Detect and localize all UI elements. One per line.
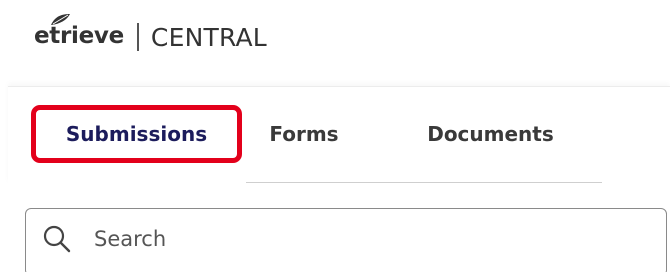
leaf-icon <box>51 14 70 25</box>
logo[interactable]: etrieve CENTRAL <box>34 14 267 52</box>
app-header: etrieve CENTRAL <box>34 14 267 58</box>
logo-word-text: etrieve <box>34 23 124 49</box>
logo-divider <box>136 23 139 51</box>
logo-wordmark: etrieve <box>34 14 124 49</box>
product-name: CENTRAL <box>150 22 267 52</box>
tab-label: Documents <box>427 122 554 146</box>
tab-label: Forms <box>269 122 339 146</box>
app-page: etrieve CENTRAL Submissions Forms Docume… <box>0 0 670 272</box>
tab-documents[interactable]: Documents <box>398 105 583 163</box>
tab-underline <box>246 182 602 183</box>
tab-bar: Submissions Forms Documents <box>8 86 670 184</box>
tab-submissions[interactable]: Submissions <box>31 105 242 163</box>
tab-label: Submissions <box>65 122 208 146</box>
search-box[interactable] <box>25 208 667 272</box>
tab-forms[interactable]: Forms <box>244 105 364 163</box>
search-icon <box>43 225 71 253</box>
search-input[interactable] <box>92 226 636 252</box>
